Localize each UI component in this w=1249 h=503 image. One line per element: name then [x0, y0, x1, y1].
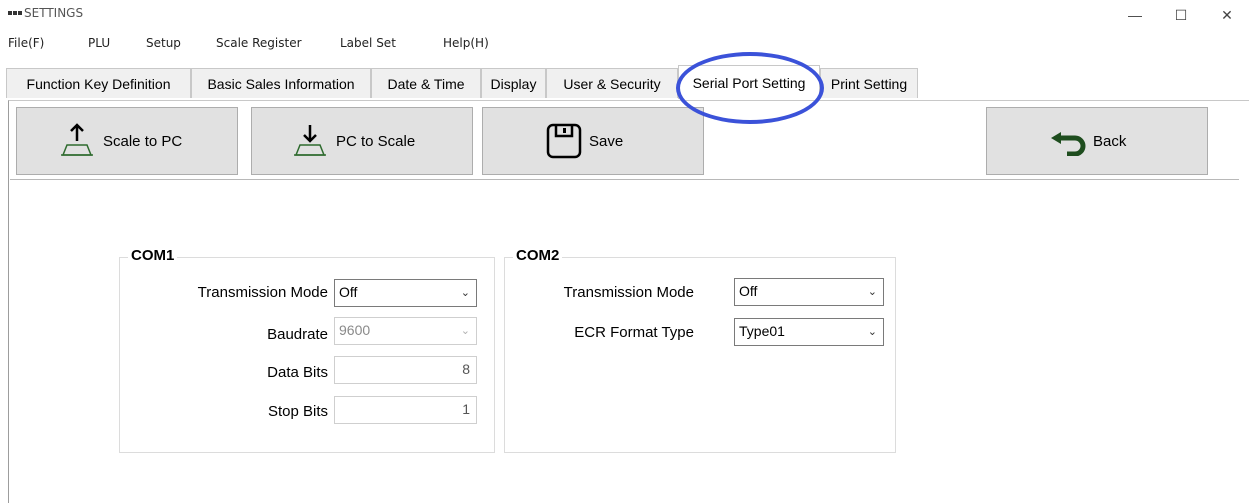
close-icon: ✕ [1221, 6, 1233, 23]
maximize-button[interactable]: ☐ [1158, 0, 1204, 30]
com1-transmission-mode-value: Off [339, 284, 358, 300]
chevron-down-icon: ⌄ [460, 287, 470, 299]
tab-print-setting[interactable]: Print Setting [820, 68, 918, 98]
minimize-icon: — [1128, 7, 1142, 23]
com1-transmission-mode-label: Transmission Mode [197, 284, 328, 301]
menu-help[interactable]: Help(H) [443, 36, 489, 50]
back-button[interactable]: Back [986, 107, 1208, 175]
com1-transmission-mode-select[interactable]: Off ⌄ [334, 279, 477, 307]
app-logo-icon [8, 11, 22, 15]
toolbar: Scale to PC PC to Scale Save Back [10, 104, 1239, 180]
maximize-icon: ☐ [1174, 6, 1188, 23]
com1-stop-bits-label: Stop Bits [267, 403, 328, 420]
scale-download-icon [294, 125, 326, 156]
com2-title: COM2 [513, 247, 563, 264]
back-arrow-icon [1051, 132, 1086, 156]
com2-ecr-format-type-select[interactable]: Type01 ⌄ [734, 318, 884, 346]
pc-to-scale-label: PC to Scale [336, 132, 416, 150]
com2-ecr-format-type-value: Type01 [739, 323, 785, 339]
menu-label-set[interactable]: Label Set [340, 36, 396, 50]
menu-setup[interactable]: Setup [146, 36, 181, 50]
chevron-down-icon: ⌄ [867, 326, 877, 338]
menu-scale-register[interactable]: Scale Register [216, 36, 302, 50]
pc-to-scale-button[interactable]: PC to Scale [251, 107, 473, 175]
com1-baudrate-select[interactable]: 9600 ⌄ [334, 317, 477, 345]
com1-baudrate-value: 9600 [339, 322, 371, 338]
tab-serial-port-setting[interactable]: Serial Port Setting [678, 65, 820, 99]
title-bar: SETTINGS — ☐ ✕ [0, 0, 1249, 30]
com2-transmission-mode-select[interactable]: Off ⌄ [734, 278, 884, 306]
minimize-button[interactable]: — [1112, 0, 1158, 30]
com2-transmission-mode-label: Transmission Mode [563, 284, 694, 301]
scale-to-pc-button[interactable]: Scale to PC [16, 107, 238, 175]
scale-upload-icon [61, 123, 93, 156]
chevron-down-icon: ⌄ [867, 286, 877, 298]
chevron-down-icon: ⌄ [460, 325, 470, 337]
com2-ecr-format-type-label: ECR Format Type [574, 324, 694, 341]
save-label: Save [589, 132, 624, 150]
back-label: Back [1093, 132, 1127, 150]
com1-data-bits-label: Data Bits [267, 364, 328, 381]
tab-strip: Function Key Definition Basic Sales Info… [0, 60, 1249, 102]
menu-plu[interactable]: PLU [88, 36, 110, 50]
tab-user-security[interactable]: User & Security [546, 68, 678, 98]
save-icon [546, 123, 582, 159]
save-button[interactable]: Save [482, 107, 704, 175]
com1-title: COM1 [128, 247, 178, 264]
com1-baudrate-label: Baudrate [267, 326, 328, 343]
menu-bar: File(F) PLU Setup Scale Register Label S… [0, 30, 1249, 56]
close-button[interactable]: ✕ [1204, 0, 1249, 30]
com1-stop-bits-field[interactable]: 1 [334, 396, 477, 424]
com1-data-bits-field[interactable]: 8 [334, 356, 477, 384]
window-title: SETTINGS [24, 6, 84, 20]
menu-file[interactable]: File(F) [8, 36, 44, 50]
tab-display[interactable]: Display [481, 68, 546, 98]
tab-date-time[interactable]: Date & Time [371, 68, 481, 98]
com2-transmission-mode-value: Off [739, 283, 758, 299]
scale-to-pc-label: Scale to PC [103, 132, 183, 150]
tab-basic-sales-information[interactable]: Basic Sales Information [191, 68, 371, 98]
tab-function-key-definition[interactable]: Function Key Definition [6, 68, 191, 98]
